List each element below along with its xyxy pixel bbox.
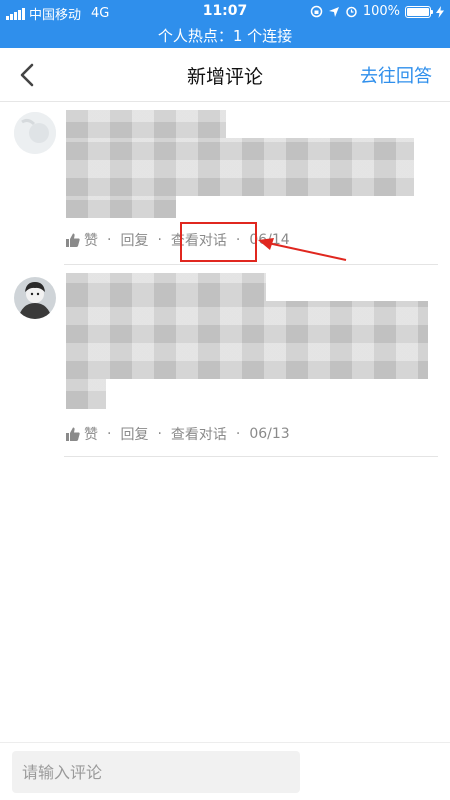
blurred-comment-text (66, 301, 428, 379)
comment-input[interactable] (12, 751, 300, 793)
avatar[interactable] (14, 277, 56, 319)
separator-dot: · (107, 426, 112, 442)
separator-dot: · (157, 426, 162, 442)
comment-date: 06/13 (249, 426, 290, 442)
comment-actions: 赞 · 回复 · 查看对话 · 06/13 (66, 424, 290, 444)
blurred-comment-text-tail (66, 379, 106, 409)
battery-percent: 100% (362, 4, 400, 19)
thumbs-up-icon (66, 427, 80, 441)
rotation-lock-icon (310, 5, 323, 18)
thumbs-up-icon (66, 233, 80, 247)
location-icon (328, 6, 339, 17)
avatar[interactable] (14, 112, 56, 154)
red-arrow-annotation (258, 238, 347, 261)
avatar-image (14, 112, 56, 154)
blurred-username (66, 273, 266, 301)
status-bar: 中国移动 4G 11:07 100% 个人热点：1 个连接 (0, 0, 450, 48)
highlight-annotation (180, 222, 257, 262)
like-label: 赞 (84, 233, 98, 249)
blurred-username (66, 110, 226, 140)
like-button[interactable]: 赞 (66, 424, 98, 444)
hotspot-banner[interactable]: 个人热点：1 个连接 (0, 25, 450, 46)
nav-bar: 新增评论 去往回答 (0, 48, 450, 102)
reply-button[interactable]: 回复 (120, 424, 148, 444)
view-conversation-button[interactable]: 查看对话 (171, 424, 227, 444)
alarm-icon (346, 6, 357, 18)
reply-button[interactable]: 回复 (120, 230, 148, 250)
separator-dot: · (107, 232, 112, 248)
comment-input-bar (0, 742, 450, 800)
like-label: 赞 (84, 427, 98, 443)
comment-item: 赞 · 回复 · 查看对话 · 06/13 (0, 267, 450, 457)
divider (64, 456, 438, 457)
status-icons: 100% (310, 4, 444, 19)
blurred-comment-text (66, 138, 414, 196)
separator-dot: · (157, 232, 162, 248)
divider (64, 264, 438, 265)
back-chevron-icon (20, 63, 34, 87)
battery-icon (405, 5, 433, 18)
blurred-comment-text-tail (66, 196, 176, 218)
like-button[interactable]: 赞 (66, 230, 98, 250)
avatar-image (14, 277, 56, 319)
back-button[interactable] (10, 58, 44, 92)
separator-dot: · (235, 426, 241, 442)
charging-icon (436, 5, 444, 18)
go-to-answer-button[interactable]: 去往回答 (360, 62, 432, 88)
